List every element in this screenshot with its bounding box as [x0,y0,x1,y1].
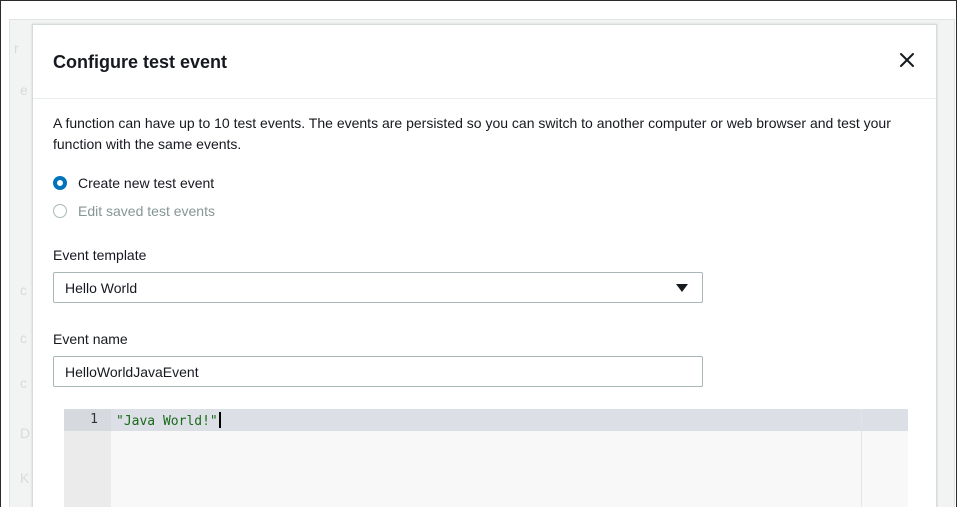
event-template-select[interactable]: Hello World [53,272,703,303]
backdrop-text-fragment: c [20,282,27,298]
backdrop-text-fragment: c [20,375,27,391]
code-line: "Java World!" [116,412,221,429]
radio-edit-saved-test-events[interactable]: Edit saved test events [53,203,215,219]
radio-label: Edit saved test events [78,203,215,219]
backdrop-text-fragment: D [20,425,31,441]
print-margin [861,409,862,507]
radio-create-new-test-event[interactable]: Create new test event [53,175,214,191]
backdrop-text-fragment: c [20,330,27,346]
caret-down-icon [676,284,688,292]
event-name-input[interactable]: HelloWorldJavaEvent [53,356,703,387]
event-template-value: Hello World [65,280,138,296]
dialog-title: Configure test event [53,52,228,72]
configure-test-event-dialog: Configure test event A function can have… [32,24,937,507]
close-icon [900,53,914,67]
screenshot-frame: r e c c c D K Configure test event A fun… [0,0,957,507]
line-number: 1 [90,412,98,427]
close-button[interactable] [896,49,918,71]
event-name-value: HelloWorldJavaEvent [65,364,199,380]
dialog-description: A function can have up to 10 test events… [53,115,891,152]
backdrop-text-fragment: e [20,82,28,98]
event-json-editor[interactable]: 1 "Java World!" [64,409,908,507]
backdrop-text-fragment: K [20,470,30,486]
event-template-label: Event template [53,247,147,263]
radio-unselected-icon [53,204,67,218]
event-name-label: Event name [53,331,128,347]
radio-label: Create new test event [78,175,215,191]
radio-selected-icon [53,176,67,190]
dialog-header: Configure test event [33,25,936,99]
text-cursor [218,412,221,428]
backdrop-text-fragment: r [14,40,19,56]
code-line-text: "Java World!" [116,414,218,429]
